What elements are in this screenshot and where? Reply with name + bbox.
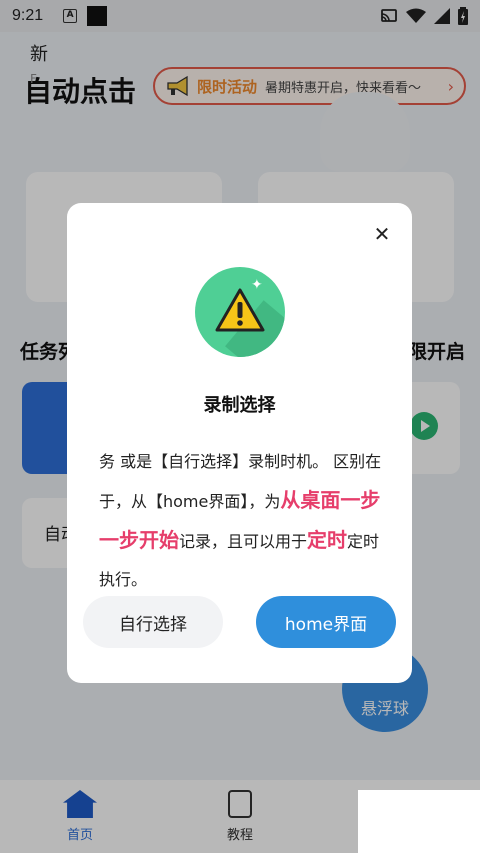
home-screen-button[interactable]: home界面: [256, 596, 396, 648]
body-highlight-2: 定时: [307, 528, 348, 552]
warning-badge: [195, 267, 285, 357]
dialog-body: 务 或是【自行选择】录制时机。 区别在于，从【home界面】，为从桌面一步一步开…: [99, 443, 387, 599]
body-text-2: 记录，且可以用于: [179, 532, 308, 551]
warning-icon: [215, 288, 265, 332]
sparkle-icon: ✦: [251, 277, 263, 293]
close-icon[interactable]: ✕: [369, 221, 395, 247]
custom-select-button[interactable]: 自行选择: [83, 596, 223, 648]
record-choice-dialog: ✕ ✦ 录制选择 务 或是【自行选择】录制时机。 区别在于，从【home界面】，…: [67, 203, 412, 683]
nav-corner-patch: [358, 790, 480, 853]
dialog-title: 录制选择: [203, 395, 276, 416]
